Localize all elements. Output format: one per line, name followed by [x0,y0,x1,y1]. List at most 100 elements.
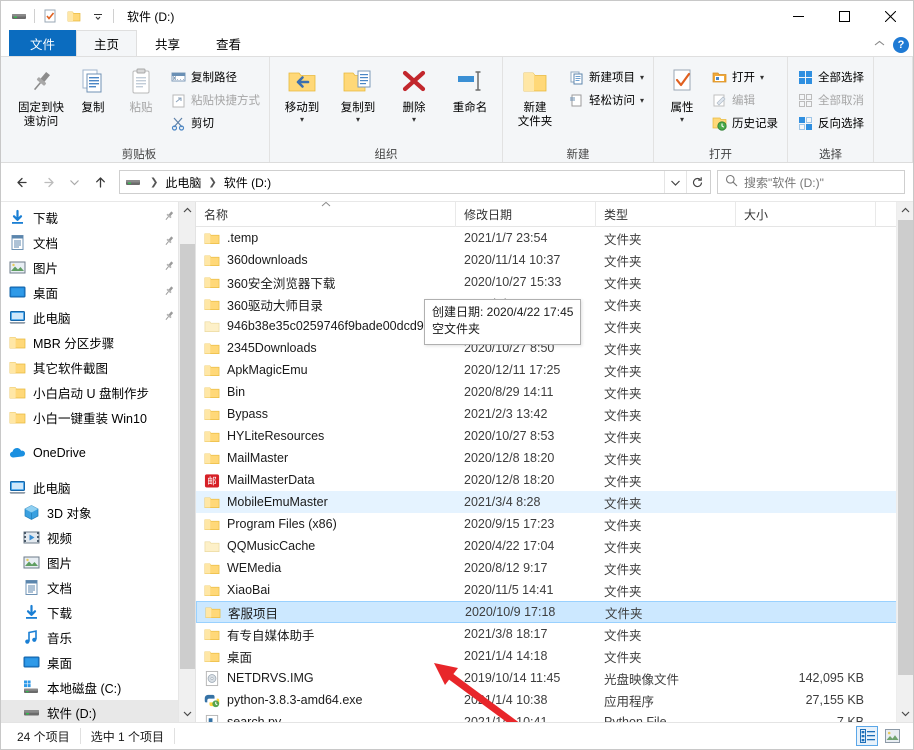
sidebar-scroll-thumb[interactable] [180,244,195,669]
table-row[interactable]: MobileEmuMaster 2021/3/4 8:28 文件夹 [196,491,913,513]
new-folder-icon[interactable] [62,5,86,27]
pin-to-quick-access-button[interactable]: 固定到快 速访问 [13,62,69,134]
sidebar-item-音乐[interactable]: 音乐 [1,625,195,650]
edit-button[interactable]: 编辑 [706,89,783,111]
table-row[interactable]: NETDRVS.IMG 2019/10/14 11:45 光盘映像文件 142,095… [196,667,913,689]
breadcrumb-separator[interactable]: ❯ [207,177,217,188]
table-row[interactable]: ApkMagicEmu 2020/12/11 17:25 文件夹 [196,359,913,381]
history-button[interactable]: 历史记录 [706,112,783,134]
breadcrumb-separator[interactable]: ❯ [149,177,159,188]
select-none-button[interactable]: 全部取消 [792,89,869,111]
close-button[interactable] [867,1,913,31]
pin-icon[interactable] [163,235,175,250]
sidebar-scrollbar[interactable] [178,202,195,722]
chevron-down-icon[interactable]: ▾ [760,73,764,81]
details-view-icon[interactable] [856,726,878,746]
table-row[interactable]: HYLiteResources 2020/10/27 8:53 文件夹 [196,425,913,447]
chevron-down-icon[interactable]: ▾ [640,73,644,81]
pin-icon[interactable] [163,210,175,225]
table-row[interactable]: python-3.8.3-amd64.exe 2021/1/4 10:38 应用程序… [196,689,913,711]
table-row[interactable]: Bypass 2021/2/3 13:42 文件夹 [196,403,913,425]
open-button[interactable]: 打开 ▾ [706,66,783,88]
paste-button[interactable]: 粘贴 [117,62,165,134]
drive-icon[interactable] [7,5,31,27]
easy-access-button[interactable]: 轻松访问 ▾ [563,89,649,111]
table-row[interactable]: 360安全浏览器下载 2020/10/27 15:33 文件夹 [196,271,913,293]
move-to-button[interactable]: 移动到 ▾ [274,62,330,134]
address-bar[interactable]: ❯ 此电脑 ❯ 软件 (D:) [119,170,711,194]
pin-icon[interactable] [163,260,175,275]
sidebar-item-小白启动-u-盘制作步[interactable]: 小白启动 U 盘制作步 [1,380,195,405]
sidebar-item-下载[interactable]: 下载 [1,600,195,625]
paste-shortcut-button[interactable]: 粘贴快捷方式 [165,89,265,111]
table-row[interactable]: .temp 2021/1/7 23:54 文件夹 [196,227,913,249]
large-icons-view-icon[interactable] [881,726,903,746]
new-item-button[interactable]: 新建项目 ▾ [563,66,649,88]
minimize-button[interactable] [775,1,821,31]
sidebar-item-软件-(d:)[interactable]: 软件 (D:) [1,700,195,722]
pin-icon[interactable] [163,285,175,300]
sidebar-item-此电脑[interactable]: 此电脑 [1,305,195,330]
recent-locations-button[interactable] [61,169,87,195]
table-row[interactable]: search.py 2021/1/4 10:41 Python File 7 KB [196,711,913,722]
table-row[interactable]: 客服项目 2020/10/9 17:18 文件夹 [196,601,913,623]
table-row[interactable]: 桌面 2021/1/4 14:18 文件夹 [196,645,913,667]
breadcrumb-item-thispc[interactable]: 此电脑 [161,172,205,193]
chevron-down-icon[interactable]: ▾ [680,115,684,123]
column-header-type[interactable]: 类型 [596,202,736,227]
sidebar-item-文档[interactable]: 文档 [1,230,195,255]
file-scroll-thumb[interactable] [898,220,913,675]
breadcrumb-item-drive-d[interactable]: 软件 (D:) [220,172,275,193]
table-row[interactable]: 360downloads 2020/11/14 10:37 文件夹 [196,249,913,271]
sidebar-item-图片[interactable]: 图片 [1,255,195,280]
chevron-down-icon[interactable]: ▾ [356,115,360,123]
sidebar-scroll-down-button[interactable] [179,705,195,722]
help-icon[interactable]: ? [893,37,909,53]
sidebar-item-此电脑[interactable]: 此电脑 [1,475,195,500]
sidebar-item-3d-对象[interactable]: 3D 对象 [1,500,195,525]
table-row[interactable]: 有专自媒体助手 2021/3/8 18:17 文件夹 [196,623,913,645]
column-header-date[interactable]: 修改日期 [456,202,596,227]
sidebar-item-onedrive[interactable]: OneDrive [1,440,195,465]
table-row[interactable]: Bin 2020/8/29 14:11 文件夹 [196,381,913,403]
new-folder-button[interactable]: 新建 文件夹 [507,62,563,134]
sidebar-item-桌面[interactable]: 桌面 [1,650,195,675]
table-row[interactable]: 邮 MailMasterData 2020/12/8 18:20 文件夹 [196,469,913,491]
sidebar-item-其它软件截图[interactable]: 其它软件截图 [1,355,195,380]
chevron-down-icon[interactable]: ▾ [412,115,416,123]
copy-to-button[interactable]: 复制到 ▾ [330,62,386,134]
sidebar-item-小白一键重装-win10[interactable]: 小白一键重装 Win10 [1,405,195,430]
table-row[interactable]: WEMedia 2020/8/12 9:17 文件夹 [196,557,913,579]
forward-button[interactable] [35,169,61,195]
tab-view[interactable]: 查看 [198,30,260,56]
chevron-down-icon[interactable] [664,171,686,193]
table-row[interactable]: Program Files (x86) 2020/9/15 17:23 文件夹 [196,513,913,535]
sidebar-item-桌面[interactable]: 桌面 [1,280,195,305]
select-all-button[interactable]: 全部选择 [792,66,869,88]
sidebar-item-文档[interactable]: 文档 [1,575,195,600]
table-row[interactable]: MailMaster 2020/12/8 18:20 文件夹 [196,447,913,469]
pin-icon[interactable] [163,310,175,325]
sidebar-item-图片[interactable]: 图片 [1,550,195,575]
cut-button[interactable]: 剪切 [165,112,265,134]
table-row[interactable]: QQMusicCache 2020/4/22 17:04 文件夹 [196,535,913,557]
tab-share[interactable]: 共享 [137,30,199,56]
qat-customize-caret[interactable] [86,5,110,27]
chevron-down-icon[interactable]: ▾ [640,96,644,104]
column-header-size[interactable]: 大小 [736,202,876,227]
copy-button[interactable]: 复制 [69,62,117,134]
file-scroll-up-button[interactable] [897,202,913,219]
copy-path-button[interactable]: W... 复制路径 [165,66,265,88]
invert-selection-button[interactable]: 反向选择 [792,112,869,134]
sidebar-scroll-up-button[interactable] [179,202,195,219]
properties-icon[interactable] [38,5,62,27]
search-input[interactable]: 搜索"软件 (D:)" [717,170,905,194]
rename-button[interactable]: 重命名 [442,62,498,134]
tab-home[interactable]: 主页 [76,30,138,56]
up-button[interactable] [87,169,113,195]
table-row[interactable]: XiaoBai 2020/11/5 14:41 文件夹 [196,579,913,601]
back-button[interactable] [9,169,35,195]
properties-button[interactable]: 属性 ▾ [658,62,706,134]
file-list-scrollbar[interactable] [896,202,913,722]
chevron-down-icon[interactable]: ▾ [300,115,304,123]
